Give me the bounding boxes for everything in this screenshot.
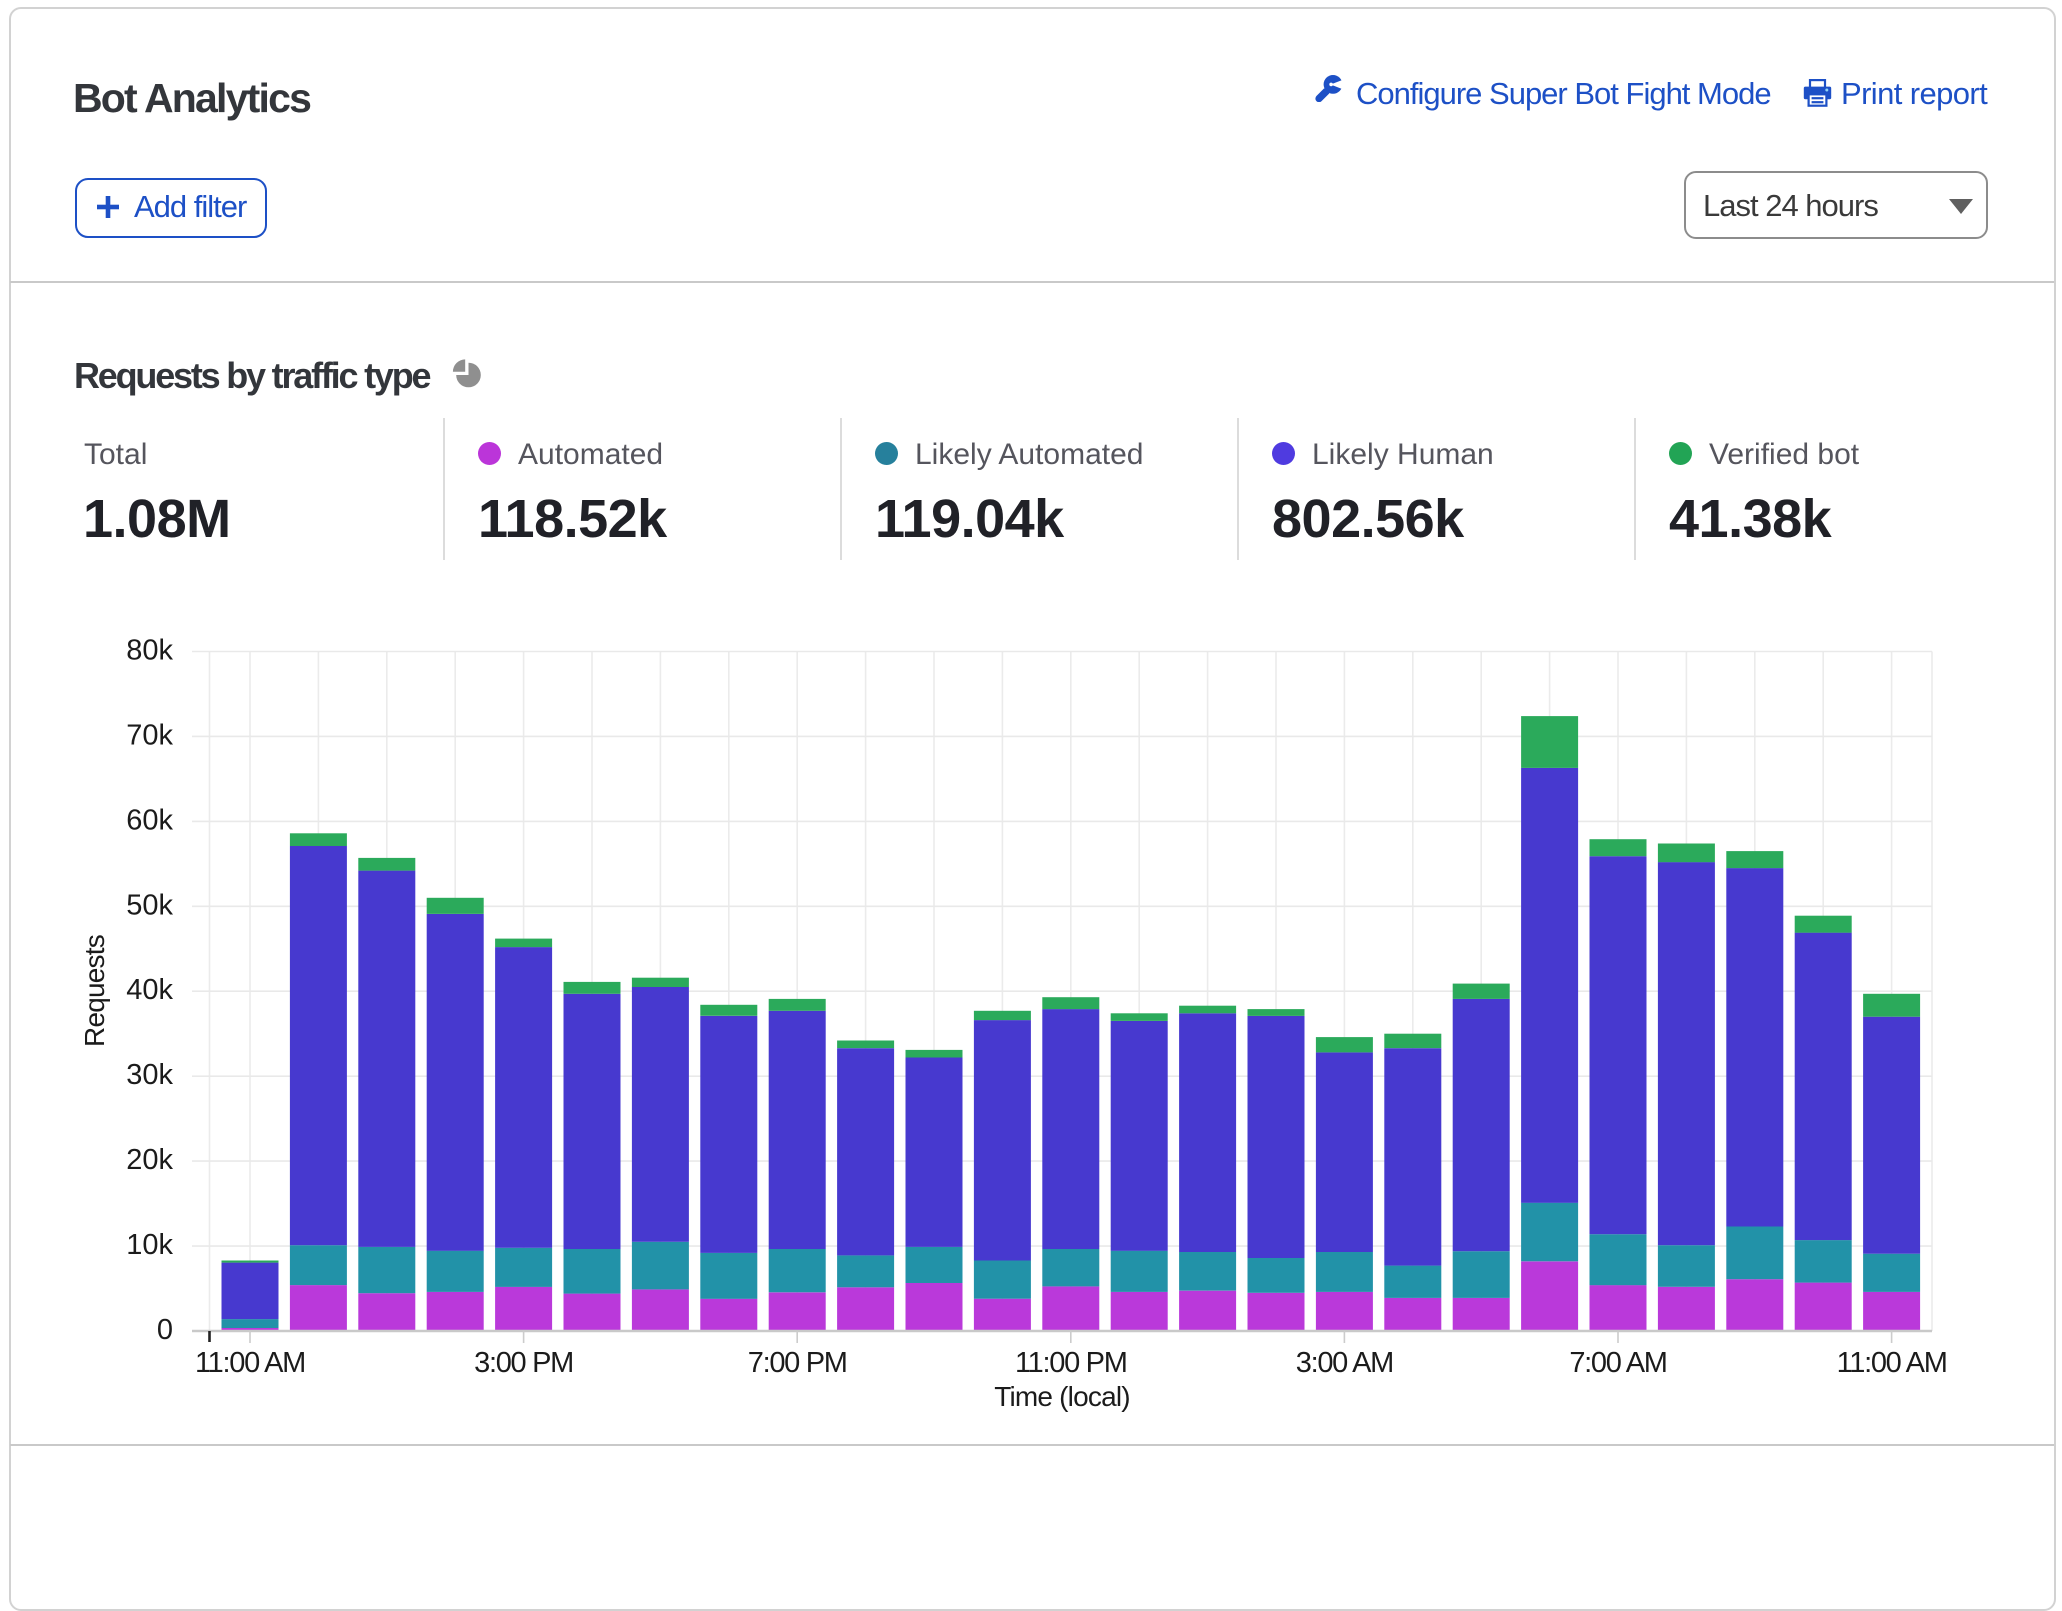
svg-text:20k: 20k <box>126 1144 173 1176</box>
svg-text:30k: 30k <box>126 1059 173 1091</box>
svg-text:70k: 70k <box>126 719 173 751</box>
svg-text:40k: 40k <box>126 974 173 1006</box>
svg-text:7:00 PM: 7:00 PM <box>748 1347 847 1379</box>
svg-text:10k: 10k <box>126 1229 173 1261</box>
svg-text:11:00 AM: 11:00 AM <box>1837 1347 1947 1379</box>
svg-text:3:00 PM: 3:00 PM <box>474 1347 573 1379</box>
svg-text:80k: 80k <box>126 635 173 667</box>
svg-text:11:00 AM: 11:00 AM <box>195 1347 305 1379</box>
svg-text:7:00 AM: 7:00 AM <box>1569 1347 1666 1379</box>
svg-text:0: 0 <box>157 1314 173 1346</box>
svg-text:Requests: Requests <box>79 935 110 1047</box>
svg-text:60k: 60k <box>126 804 173 836</box>
svg-text:50k: 50k <box>126 889 173 921</box>
svg-text:11:00 PM: 11:00 PM <box>1015 1347 1127 1379</box>
svg-text:3:00 AM: 3:00 AM <box>1296 1347 1393 1379</box>
svg-text:Time (local): Time (local) <box>994 1381 1130 1412</box>
